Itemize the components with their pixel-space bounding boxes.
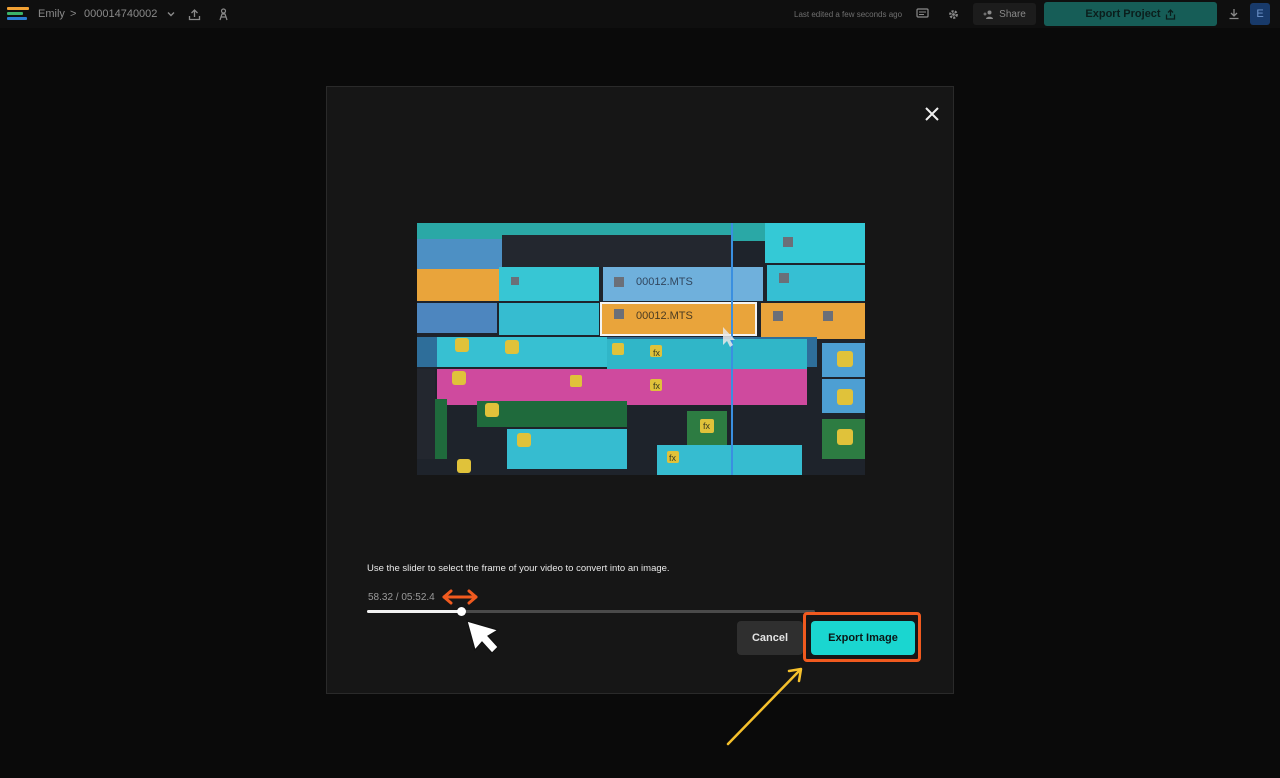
video-frame-preview: 00012.MTS 00012.MTS fx fx fx fx <box>417 223 865 475</box>
presenter-icon[interactable] <box>214 5 232 23</box>
frame-slider[interactable] <box>367 607 815 616</box>
gear-icon[interactable] <box>944 5 962 23</box>
chevron-down-icon[interactable] <box>162 5 180 23</box>
slider-fill <box>367 610 461 613</box>
breadcrumb-separator: > <box>70 8 77 20</box>
preview-clip-label: 00012.MTS <box>636 276 693 288</box>
export-image-highlight <box>803 612 921 662</box>
preview-fx-label: fx <box>703 421 711 431</box>
app-logo-icon[interactable] <box>7 7 29 22</box>
top-bar: Emily > 000014740002 Last edited a few s… <box>0 0 1280 28</box>
preview-clip-label: 00012.MTS <box>636 310 693 322</box>
add-person-icon <box>983 10 994 19</box>
close-icon[interactable] <box>921 103 943 125</box>
time-readout: 58.32 / 05:52.4 <box>368 592 435 603</box>
slider-thumb[interactable] <box>456 607 466 616</box>
last-edited-status: Last edited a few seconds ago <box>794 10 903 19</box>
avatar[interactable]: E <box>1250 3 1270 25</box>
preview-fx-label: fx <box>653 348 661 358</box>
breadcrumb-user[interactable]: Emily <box>38 8 65 20</box>
export-project-label: Export Project <box>1085 8 1161 20</box>
slider-instructions: Use the slider to select the frame of yo… <box>367 563 670 574</box>
comment-icon[interactable] <box>913 5 931 23</box>
share-out-icon <box>1165 8 1175 20</box>
preview-fx-label: fx <box>653 381 661 391</box>
timeline-footage-image: 00012.MTS 00012.MTS fx fx fx fx <box>417 223 865 475</box>
upload-icon[interactable] <box>185 5 203 23</box>
export-project-button[interactable]: Export Project <box>1044 2 1217 26</box>
cancel-button[interactable]: Cancel <box>737 621 803 655</box>
preview-fx-label: fx <box>669 453 677 463</box>
breadcrumb-project-id[interactable]: 000014740002 <box>84 8 157 20</box>
download-icon[interactable] <box>1225 5 1243 23</box>
export-image-dialog: 00012.MTS 00012.MTS fx fx fx fx Use the … <box>326 86 954 694</box>
share-label: Share <box>999 8 1026 20</box>
share-button[interactable]: Share <box>973 3 1036 25</box>
